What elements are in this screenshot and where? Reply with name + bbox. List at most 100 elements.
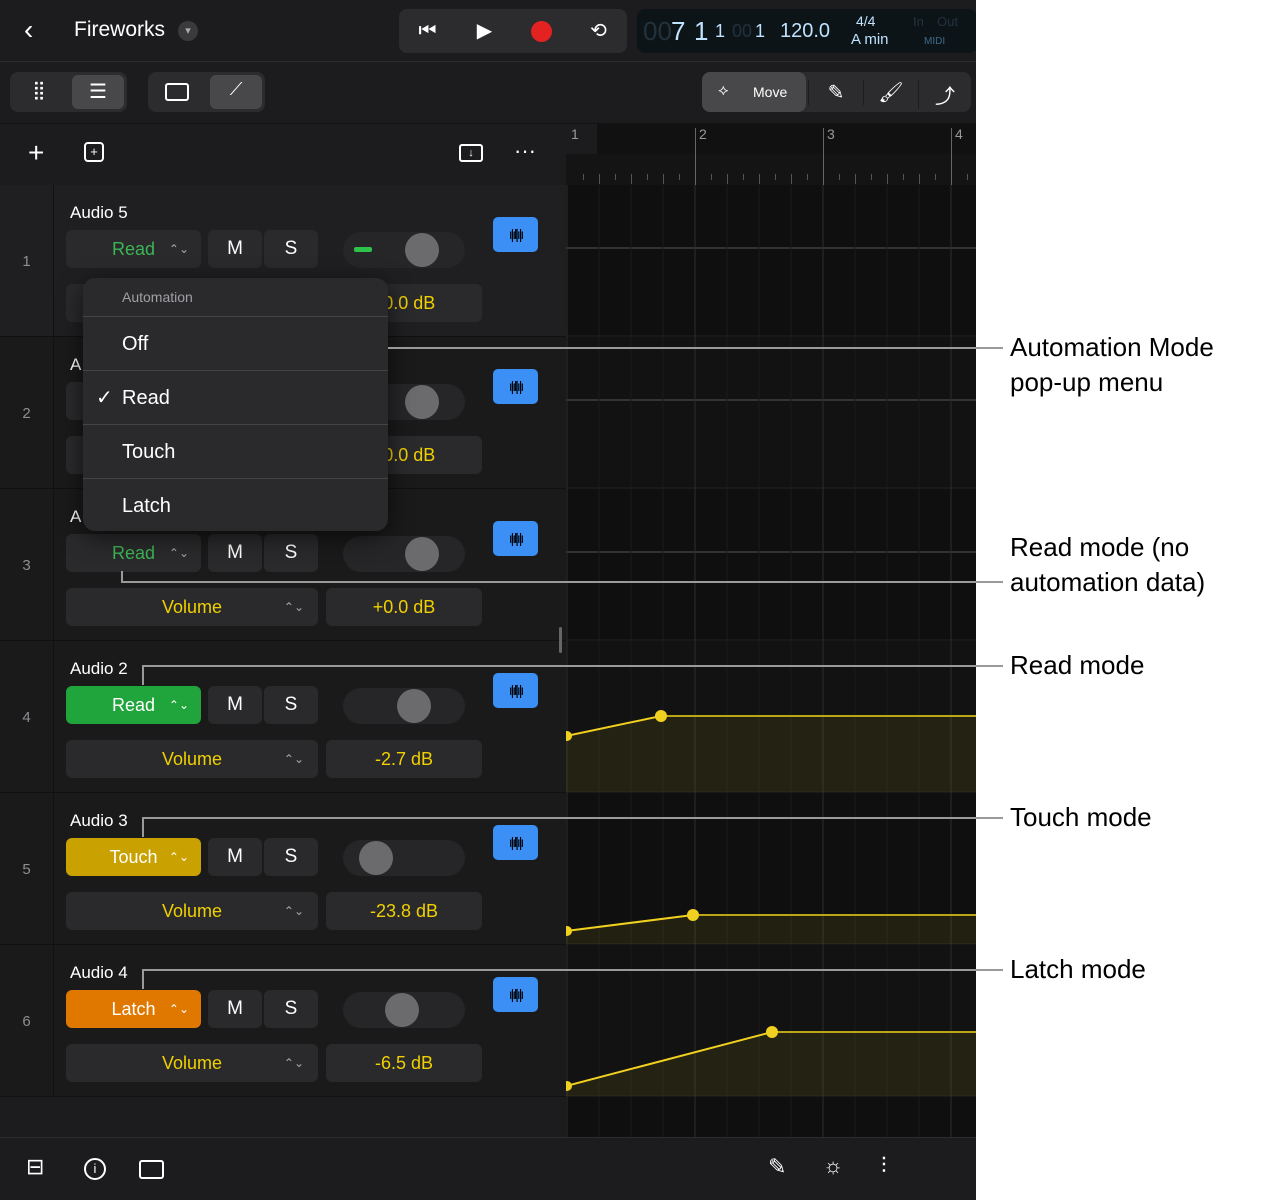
automation-view-icon[interactable]: ⟋ (210, 79, 262, 100)
go-to-start-button[interactable]: ⏮ (399, 9, 456, 53)
track-header[interactable]: 6 Audio 4 Latch⌃⌄ M S ı|ıl|ı|ı Volume⌃⌄ … (0, 945, 566, 1097)
automation-parameter-menu[interactable]: Volume⌃⌄ (66, 892, 318, 930)
region-view-icon[interactable] (165, 83, 189, 101)
add-track-icon[interactable]: + (28, 137, 44, 169)
automation-parameter-menu[interactable]: Volume⌃⌄ (66, 1044, 318, 1082)
record-button[interactable] (513, 9, 570, 53)
mixer-icon[interactable]: ⫶ (881, 1153, 887, 1179)
lcd-display[interactable]: 00 7 1 1 00 1 120.0 4/4 A min In Out MID… (637, 9, 976, 53)
parameter-value[interactable]: -6.5 dB (326, 1044, 482, 1082)
audio-waveform-icon[interactable]: ı|ıl|ı|ı (493, 977, 538, 1012)
parameter-value[interactable]: -2.7 dB (326, 740, 482, 778)
tracks-view-icon[interactable]: ☰ (72, 79, 124, 104)
track-number: 3 (0, 489, 54, 640)
play-button[interactable]: ▶ (456, 9, 513, 53)
lcd-midi-out: Out (937, 14, 958, 29)
ruler-tick (887, 174, 888, 184)
project-title[interactable]: Fireworks (74, 18, 165, 42)
audio-waveform-icon[interactable]: ı|ıl|ı|ı (493, 673, 538, 708)
duplicate-track-icon[interactable]: + (84, 142, 104, 162)
track-header[interactable]: 5 Audio 3 Touch⌃⌄ M S ı|ıl|ı|ı Volume⌃⌄ … (0, 793, 566, 945)
up-down-chevron-icon: ⌃⌄ (284, 588, 304, 626)
ruler-bar-line (695, 128, 696, 185)
mute-button[interactable]: M (208, 990, 262, 1028)
audio-waveform-icon[interactable]: ı|ıl|ı|ı (493, 217, 538, 252)
metronome-settings-icon[interactable]: ☼ (823, 1153, 843, 1179)
chevron-down-icon[interactable]: ▾ (178, 21, 198, 41)
automation-mode-button[interactable]: Read⌃⌄ (66, 534, 201, 572)
track-name[interactable]: Audio 4 (70, 963, 128, 983)
track-header-toolbar: + + ↓ ··· (0, 124, 566, 185)
solo-button[interactable]: S (264, 990, 318, 1028)
import-icon[interactable]: ↓ (459, 144, 483, 162)
volume-slider[interactable] (343, 840, 465, 876)
info-icon[interactable]: i (84, 1158, 106, 1180)
menu-item-off[interactable]: Off (83, 316, 388, 370)
ruler-tick (599, 174, 600, 184)
automation-mode-popup-menu: Automation Off ✓Read Touch Latch (83, 278, 388, 531)
slider-knob (397, 689, 431, 723)
parameter-value[interactable]: -23.8 dB (326, 892, 482, 930)
volume-slider[interactable] (343, 232, 465, 268)
pencil-tool-icon[interactable]: ✎ (808, 80, 863, 105)
automation-mode-button[interactable]: Read⌃⌄ (66, 230, 201, 268)
bar-ruler[interactable]: 1234 (566, 124, 976, 185)
track-name[interactable]: Audio 5 (70, 203, 128, 223)
ruler-tick (791, 174, 792, 184)
automation-mode-button[interactable]: Touch⌃⌄ (66, 838, 201, 876)
automation-parameter-menu[interactable]: Volume⌃⌄ (66, 740, 318, 778)
curve-tool-icon[interactable]: ⤴ (918, 80, 971, 109)
ruler-tick (647, 174, 648, 180)
solo-button[interactable]: S (264, 838, 318, 876)
track-name[interactable]: A (70, 507, 81, 527)
automation-timeline[interactable] (566, 185, 976, 1137)
brush-tool-icon[interactable]: 🖌 (863, 80, 918, 105)
bottom-bar: ⊟ i ✎ ☼ ⫶ (0, 1137, 976, 1200)
solo-button[interactable]: S (264, 686, 318, 724)
inspector-icon[interactable] (139, 1160, 164, 1179)
ruler-tick (743, 174, 744, 180)
callout-automation-menu: Automation Mode pop-up menu (1010, 330, 1260, 400)
audio-waveform-icon[interactable]: ı|ıl|ı|ı (493, 369, 538, 404)
back-chevron-icon[interactable]: ‹ (24, 14, 33, 46)
track-name[interactable]: A (70, 355, 81, 375)
mute-button[interactable]: M (208, 686, 262, 724)
lcd-division: 1 (715, 21, 725, 42)
move-tool-label[interactable]: Move (753, 84, 787, 100)
live-loops-grid-icon[interactable]: ⣿ (10, 80, 68, 101)
automation-mode-button[interactable]: Read⌃⌄ (66, 686, 201, 724)
volume-slider[interactable] (343, 992, 465, 1028)
up-down-chevron-icon: ⌃⌄ (169, 230, 189, 268)
mute-button[interactable]: M (208, 230, 262, 268)
automation-parameter-menu[interactable]: Volume⌃⌄ (66, 588, 318, 626)
move-tool-icon[interactable]: ⟡ (718, 82, 729, 100)
track-name[interactable]: Audio 3 (70, 811, 128, 831)
audio-waveform-icon[interactable]: ı|ıl|ı|ı (493, 825, 538, 860)
mute-button[interactable]: M (208, 838, 262, 876)
mute-button[interactable]: M (208, 534, 262, 572)
scrollbar[interactable] (559, 627, 562, 653)
volume-slider[interactable] (343, 688, 465, 724)
menu-item-touch[interactable]: Touch (83, 424, 388, 478)
lcd-midi-in: In (913, 14, 924, 29)
solo-button[interactable]: S (264, 534, 318, 572)
automation-lanes[interactable] (566, 185, 976, 1137)
cycle-button[interactable]: ⟲ (570, 9, 627, 53)
top-bar: ‹ Fireworks ▾ ⏮ ▶ ⟲ 00 7 1 1 00 1 120.0 … (0, 0, 976, 62)
edit-pencil-icon[interactable]: ✎ (768, 1154, 786, 1180)
callout-read-mode: Read mode (1010, 648, 1144, 683)
volume-slider[interactable] (343, 536, 465, 572)
parameter-value[interactable]: +0.0 dB (326, 588, 482, 626)
more-options-icon[interactable]: ··· (514, 138, 536, 164)
automation-node (655, 710, 667, 722)
audio-waveform-icon[interactable]: ı|ıl|ı|ı (493, 521, 538, 556)
track-name[interactable]: Audio 2 (70, 659, 128, 679)
solo-button[interactable]: S (264, 230, 318, 268)
automation-mode-button[interactable]: Latch⌃⌄ (66, 990, 201, 1028)
menu-item-read[interactable]: ✓Read (83, 370, 388, 424)
ruler-tick (967, 174, 968, 180)
track-header[interactable]: 4 Audio 2 Read⌃⌄ M S ı|ıl|ı|ı Volume⌃⌄ -… (0, 641, 566, 793)
menu-item-latch[interactable]: Latch (83, 478, 388, 531)
track-number: 4 (0, 641, 54, 792)
browser-tray-icon[interactable]: ⊟ (26, 1154, 44, 1180)
